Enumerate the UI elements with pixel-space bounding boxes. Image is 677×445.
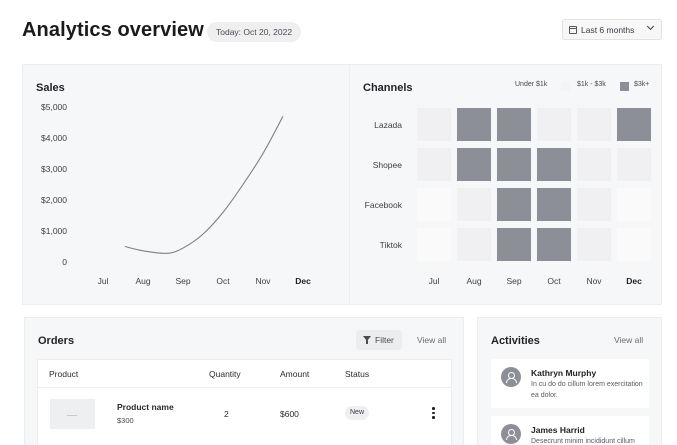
channels-x-tick: Nov xyxy=(586,276,602,286)
channels-title: Channels xyxy=(363,82,413,94)
legend-swatch-low xyxy=(561,82,570,91)
column-header-quantity: Quantity xyxy=(209,369,241,379)
channels-x-tick: Dec xyxy=(626,276,642,286)
legend-3k-plus: $3k+ xyxy=(634,81,650,88)
heatmap-cell xyxy=(577,108,611,141)
filter-label: Filter xyxy=(375,335,394,345)
user-avatar-icon xyxy=(501,424,521,444)
date-range-label: Last 6 months xyxy=(581,25,635,35)
heatmap-cell xyxy=(457,108,491,141)
channels-x-tick: Jul xyxy=(428,276,440,286)
heatmap-cell xyxy=(617,148,651,181)
status-badge: New xyxy=(345,406,370,420)
heatmap-cell xyxy=(537,108,571,141)
orders-card: Orders Filter View all Product Quantity … xyxy=(24,317,464,445)
sales-series-line xyxy=(124,116,284,254)
heatmap-cell xyxy=(577,188,611,221)
product-price: $300 xyxy=(117,416,134,425)
heatmap-cell xyxy=(497,228,531,261)
page-header: Analytics overview Today: Oct 20, 2022 L… xyxy=(22,14,662,50)
heatmap-cell xyxy=(577,148,611,181)
heatmap-cell xyxy=(417,188,451,221)
heatmap-cell xyxy=(497,148,531,181)
product-name[interactable]: Product name xyxy=(117,402,174,412)
user-avatar-icon xyxy=(501,367,521,387)
heatmap-cell xyxy=(537,148,571,181)
heatmap-cell xyxy=(417,108,451,141)
activities-view-all-link[interactable]: View all xyxy=(614,335,643,345)
heatmap-cell xyxy=(537,228,571,261)
filter-button[interactable]: Filter xyxy=(356,330,402,350)
heatmap-cell xyxy=(577,228,611,261)
channels-card: Channels Under $1k $1k - $3k $3k+ Lazada… xyxy=(349,64,662,305)
activity-text: In cu do do cillum lorem exercitation ea… xyxy=(531,381,643,399)
channel-row-label: Tiktok xyxy=(379,240,402,250)
heatmap-cell xyxy=(457,228,491,261)
column-header-status: Status xyxy=(345,369,370,379)
activity-item[interactable]: James Harrid Desecrunt minim incididunt … xyxy=(491,416,649,445)
activity-text: Desecrunt minim incididunt cillum xyxy=(531,438,635,445)
orders-view-all-link[interactable]: View all xyxy=(417,335,446,345)
activity-user-name: Kathryn Murphy xyxy=(531,368,597,378)
activity-user-name: James Harrid xyxy=(531,425,585,435)
calendar-icon xyxy=(569,26,577,34)
orders-title: Orders xyxy=(38,335,75,347)
sales-card: Sales $5,000 $4,000 $3,000 $2,000 $1,000 0 Ju… xyxy=(22,64,363,305)
channel-row-label: Shopee xyxy=(372,160,402,170)
order-amount: $600 xyxy=(280,409,299,419)
activity-item[interactable]: Kathryn Murphy In cu do do cillum lorem … xyxy=(491,359,649,408)
heatmap-cell xyxy=(417,228,451,261)
product-image-placeholder xyxy=(50,399,95,429)
chevron-down-icon xyxy=(646,22,655,31)
column-header-product: Product xyxy=(49,369,79,379)
heatmap-cell xyxy=(497,188,531,221)
activities-card: Activities View all Kathryn Murphy In cu… xyxy=(477,317,662,445)
sales-line-chart xyxy=(124,116,284,254)
heatmap-cell xyxy=(457,148,491,181)
channels-x-tick: Oct xyxy=(547,276,561,286)
order-quantity: 2 xyxy=(224,409,229,419)
page-title: Analytics overview xyxy=(22,19,204,41)
heatmap-cell xyxy=(417,148,451,181)
orders-table: Product Quantity Amount Status Product n… xyxy=(37,359,452,445)
today-date-badge: Today: Oct 20, 2022 xyxy=(207,22,302,42)
activities-title: Activities xyxy=(491,335,540,347)
legend-under-1k: Under $1k xyxy=(515,81,548,88)
header-divider xyxy=(38,387,451,388)
heatmap-cell xyxy=(617,108,651,141)
heatmap-cell xyxy=(457,188,491,221)
heatmap-cell xyxy=(537,188,571,221)
channel-row-label: Facebook xyxy=(364,200,402,210)
more-options-icon[interactable] xyxy=(428,407,438,419)
heatmap-cell xyxy=(617,188,651,221)
heatmap-cell xyxy=(617,228,651,261)
legend-swatch-high xyxy=(620,82,629,91)
filter-icon xyxy=(363,336,371,344)
channel-row-label: Lazada xyxy=(374,120,402,130)
date-range-select[interactable]: Last 6 months xyxy=(562,19,662,40)
channels-x-tick: Sep xyxy=(506,276,522,286)
heatmap-cell xyxy=(497,108,531,141)
column-header-amount: Amount xyxy=(280,369,310,379)
channels-x-tick: Aug xyxy=(466,276,482,286)
legend-1k-3k: $1k - $3k xyxy=(577,81,606,88)
